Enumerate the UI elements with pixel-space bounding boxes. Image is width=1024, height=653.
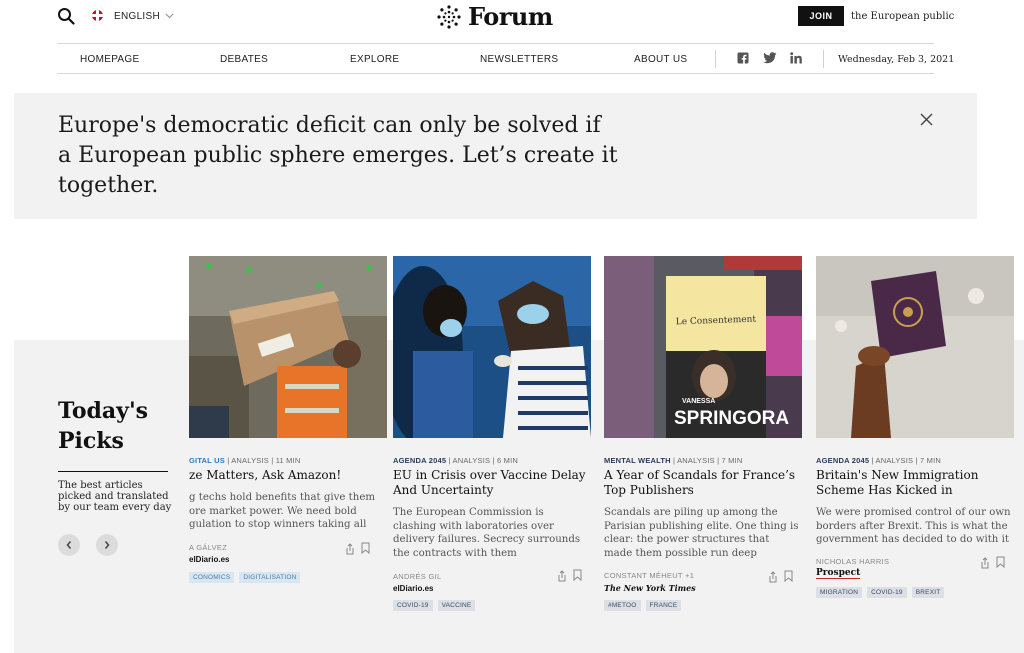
article-type: ANALYSIS xyxy=(231,456,269,465)
search-icon[interactable] xyxy=(57,7,75,25)
picks-divider xyxy=(58,471,168,472)
bookmark-icon[interactable] xyxy=(996,556,1005,568)
banner-text: Europe's democratic deficit can only be … xyxy=(58,113,618,198)
join-button[interactable]: JOIN xyxy=(798,6,844,26)
nav-item-explore[interactable]: EXPLORE xyxy=(350,54,399,65)
tagline: the European public xyxy=(851,11,955,22)
article-title[interactable]: Britain's New Immigration Scheme Has Kic… xyxy=(816,468,1012,498)
article-type: ANALYSIS xyxy=(875,456,914,465)
article-description: g techs hold benefits that give them ore… xyxy=(189,492,376,531)
cards-carousel: GITAL US | ANALYSIS | 11 MIN ze Matters,… xyxy=(189,256,1024,653)
article-title[interactable]: A Year of Scandals for France’s Top Publ… xyxy=(604,468,800,498)
nav-divider-top xyxy=(57,43,934,44)
topic-chips: COVID-19 VACCINE xyxy=(393,600,476,611)
read-time: 6 MIN xyxy=(496,456,518,465)
nav-separator xyxy=(823,50,824,68)
article-author: NICHOLAS HARRIS xyxy=(816,557,890,566)
share-icon[interactable] xyxy=(345,543,355,555)
bookmark-icon[interactable] xyxy=(784,570,793,582)
article-author: A GÁLVEZ xyxy=(189,543,228,552)
article-kicker: AGENDA 2045 | ANALYSIS | 7 MIN xyxy=(816,456,941,465)
chevron-down-icon[interactable] xyxy=(165,11,174,20)
picks-description: The best articles picked and translated … xyxy=(58,480,172,513)
article-author: ANDRÉS GIL xyxy=(393,572,442,581)
article-source: elDiario.es xyxy=(393,584,434,593)
topic-chip[interactable]: DIGITALISATION xyxy=(239,572,301,583)
article-tag[interactable]: AGENDA 2045 xyxy=(393,456,446,465)
share-icon[interactable] xyxy=(980,557,990,569)
read-time: 7 MIN xyxy=(919,456,941,465)
uk-flag-icon[interactable] xyxy=(92,10,103,21)
picks-title: Today's Picks xyxy=(58,398,149,454)
article-tag[interactable]: GITAL US xyxy=(189,456,225,465)
logo-text: Forum xyxy=(468,2,553,31)
article-source: Prospect xyxy=(816,568,861,579)
linkedin-icon[interactable] xyxy=(790,52,802,64)
bookmark-icon[interactable] xyxy=(361,542,370,554)
nav-item-about-us[interactable]: ABOUT US xyxy=(634,54,687,65)
nav-item-debates[interactable]: DEBATES xyxy=(220,54,268,65)
article-kicker: AGENDA 2045 | ANALYSIS | 6 MIN xyxy=(393,456,518,465)
current-date: Wednesday, Feb 3, 2021 xyxy=(838,54,955,65)
topic-chip[interactable]: CONOMICS xyxy=(189,572,235,583)
topic-chips: #METOO FRANCE xyxy=(604,600,682,611)
next-button[interactable] xyxy=(96,534,118,556)
facebook-icon[interactable] xyxy=(737,52,749,64)
read-time: 11 MIN xyxy=(275,456,301,465)
language-selector[interactable]: ENGLISH xyxy=(114,11,160,22)
article-type: ANALYSIS xyxy=(452,456,491,465)
topic-chip[interactable]: VACCINE xyxy=(437,600,476,611)
bookmark-icon[interactable] xyxy=(573,569,582,581)
article-kicker: GITAL US | ANALYSIS | 11 MIN xyxy=(189,456,301,465)
site-logo[interactable]: Forum xyxy=(436,2,553,31)
article-image[interactable]: Le Consentement VANESSA SPRINGORA xyxy=(604,256,802,438)
chevron-left-icon xyxy=(66,541,72,549)
topic-chips: MIGRATION COVID-19 BREXIT xyxy=(816,587,945,598)
topic-chips: CONOMICS DIGITALISATION xyxy=(189,572,301,583)
article-kicker: MENTAL WEALTH | ANALYSIS | 7 MIN xyxy=(604,456,743,465)
article-source: elDiario.es xyxy=(189,555,230,564)
article-description: Scandals are piling up among the Parisia… xyxy=(604,507,799,560)
article-title[interactable]: ze Matters, Ask Amazon! xyxy=(189,468,385,483)
article-image[interactable] xyxy=(816,256,1014,438)
close-icon[interactable] xyxy=(920,113,933,126)
article-tag[interactable]: AGENDA 2045 xyxy=(816,456,869,465)
article-description: We were promised control of our own bord… xyxy=(816,507,1011,546)
topic-chip[interactable]: MIGRATION xyxy=(816,587,863,598)
article-author: CONSTANT MÉHEUT +1 xyxy=(604,571,695,580)
twitter-icon[interactable] xyxy=(763,52,777,64)
share-icon[interactable] xyxy=(557,570,567,582)
article-type: ANALYSIS xyxy=(677,456,715,465)
topic-chip[interactable]: FRANCE xyxy=(645,600,682,611)
topic-chip[interactable]: BREXIT xyxy=(911,587,945,598)
chevron-right-icon xyxy=(104,541,110,549)
share-icon[interactable] xyxy=(768,571,778,583)
article-source: The New York Times xyxy=(604,583,696,593)
nav-item-newsletters[interactable]: NEWSLETTERS xyxy=(480,54,558,65)
article-title[interactable]: EU in Crisis over Vaccine Delay And Unce… xyxy=(393,468,589,498)
topic-chip[interactable]: COVID-19 xyxy=(867,587,907,598)
prev-button[interactable] xyxy=(58,534,80,556)
nav-separator xyxy=(715,50,716,68)
book-author-last: SPRINGORA xyxy=(674,408,789,429)
topic-chip[interactable]: COVID-19 xyxy=(393,600,433,611)
nav-divider-bottom xyxy=(57,73,934,74)
nav-item-homepage[interactable]: HOMEPAGE xyxy=(80,54,139,65)
book-author-first: VANESSA xyxy=(682,398,715,405)
logo-dots-icon xyxy=(437,4,461,29)
article-tag[interactable]: MENTAL WEALTH xyxy=(604,456,671,465)
article-description: The European Commission is clashing with… xyxy=(393,507,581,560)
intro-banner: Europe's democratic deficit can only be … xyxy=(14,93,977,219)
read-time: 7 MIN xyxy=(721,456,743,465)
article-image[interactable] xyxy=(189,256,387,438)
article-image[interactable] xyxy=(393,256,591,438)
topic-chip[interactable]: #METOO xyxy=(604,600,641,611)
